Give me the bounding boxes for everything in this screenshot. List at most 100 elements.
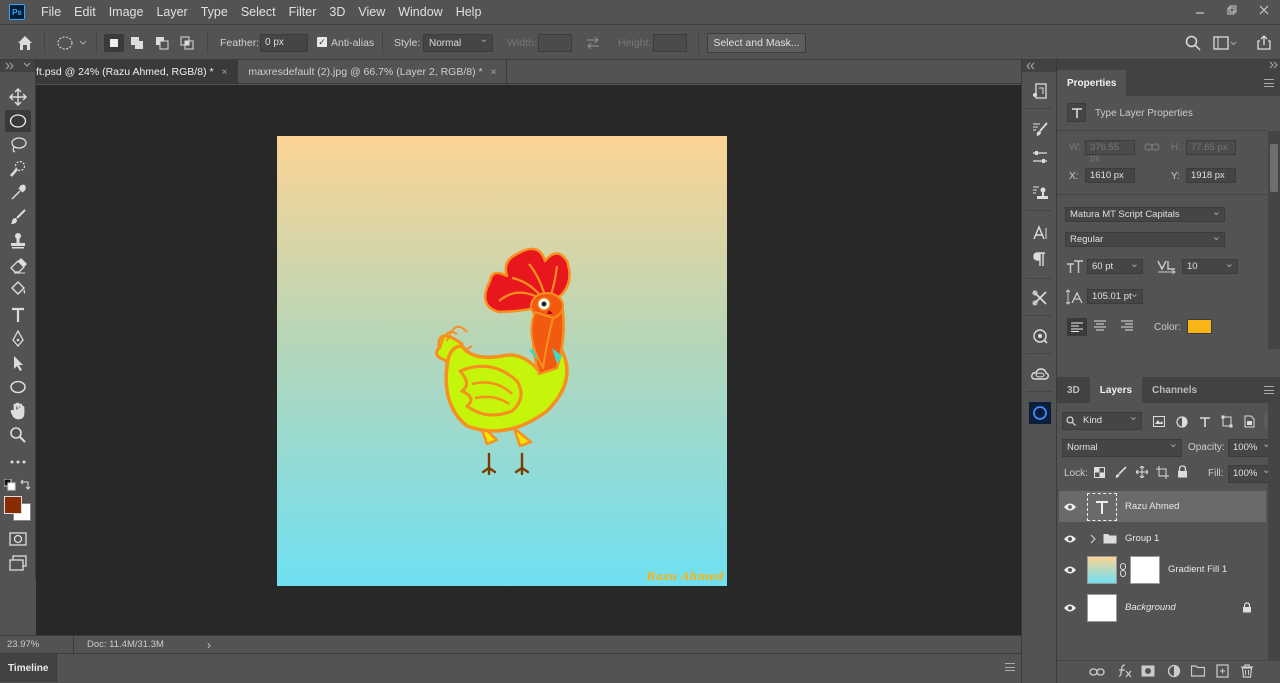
close-tab-icon[interactable]: × <box>491 67 497 78</box>
layer-name[interactable]: Background <box>1125 602 1176 613</box>
lasso-tool-icon[interactable] <box>5 134 31 156</box>
status-menu-arrow[interactable]: › <box>207 638 211 652</box>
expand-chevron-icon[interactable] <box>1089 534 1097 544</box>
font-style-select[interactable]: Regular <box>1065 230 1225 247</box>
zoom-tool-icon[interactable] <box>5 424 31 446</box>
layer-name[interactable]: Group 1 <box>1125 533 1159 544</box>
menu-image[interactable]: Image <box>109 3 144 21</box>
link-dimensions-icon[interactable] <box>1144 141 1160 153</box>
properties-menu-icon[interactable] <box>1264 79 1274 87</box>
character-icon[interactable] <box>1029 222 1051 244</box>
menu-layer[interactable]: Layer <box>156 3 187 21</box>
discover-icon[interactable] <box>1029 402 1051 424</box>
tracking-select[interactable]: 10 <box>1182 257 1238 274</box>
menu-view[interactable]: View <box>358 3 385 21</box>
restore-icon[interactable] <box>1216 0 1248 20</box>
filter-smart-object-icon[interactable] <box>1243 415 1255 428</box>
default-colors-icon[interactable] <box>4 479 16 491</box>
feather-input[interactable]: 0 px <box>260 34 308 52</box>
workspace-icon[interactable] <box>1213 35 1237 51</box>
link-layers-icon[interactable] <box>1089 666 1105 678</box>
menu-file[interactable]: File <box>41 3 61 21</box>
menu-select[interactable]: Select <box>241 3 276 21</box>
quick-selection-tool-icon[interactable] <box>5 158 31 180</box>
align-center-icon[interactable] <box>1093 320 1107 332</box>
mask-link-icon[interactable] <box>1120 562 1126 577</box>
navigator-icon[interactable] <box>1029 325 1051 347</box>
layer-row-text[interactable]: Razu Ahmed <box>1059 491 1266 522</box>
move-tool-icon[interactable] <box>5 86 31 108</box>
swap-colors-icon[interactable] <box>19 479 31 491</box>
align-right-icon[interactable] <box>1120 320 1134 332</box>
zoom-level[interactable]: 23.97% <box>7 639 39 650</box>
add-to-selection-icon[interactable] <box>130 36 144 50</box>
dock-header[interactable] <box>1057 60 1280 70</box>
lock-artboard-icon[interactable] <box>1156 466 1169 479</box>
height-input[interactable] <box>653 34 687 52</box>
tab-channels[interactable]: Channels <box>1142 377 1207 403</box>
share-icon[interactable] <box>1256 34 1272 50</box>
align-left-icon[interactable] <box>1067 318 1087 336</box>
lock-transparent-icon[interactable] <box>1094 467 1105 478</box>
lock-position-icon[interactable] <box>1136 466 1148 478</box>
document-canvas[interactable]: Razu Ahmed <box>277 136 727 586</box>
pen-tool-icon[interactable] <box>5 328 31 350</box>
font-size-select[interactable]: 60 pt <box>1087 257 1143 274</box>
y-field[interactable]: 1918 px <box>1186 168 1236 183</box>
tool-presets-icon[interactable] <box>1029 287 1051 309</box>
filter-shape-icon[interactable] <box>1221 415 1233 428</box>
new-adjustment-layer-icon[interactable] <box>1167 664 1181 678</box>
paragraph-icon[interactable] <box>1029 248 1051 270</box>
text-color-swatch[interactable] <box>1187 319 1212 334</box>
blend-mode-select[interactable]: Normal <box>1062 437 1182 457</box>
layers-scrollbar[interactable] <box>1268 401 1280 661</box>
tools-panel-header[interactable] <box>0 60 35 72</box>
width-input[interactable] <box>538 34 572 52</box>
filter-type-icon[interactable] <box>1199 416 1211 428</box>
menu-edit[interactable]: Edit <box>74 3 96 21</box>
width-field[interactable]: 376.55 px <box>1085 140 1135 164</box>
font-family-select[interactable]: Matura MT Script Capitals <box>1065 205 1225 222</box>
filter-pixel-icon[interactable] <box>1153 416 1165 427</box>
add-mask-icon[interactable] <box>1141 665 1155 677</box>
menu-filter[interactable]: Filter <box>289 3 317 21</box>
brush-tool-icon[interactable] <box>5 206 31 228</box>
delete-layer-icon[interactable] <box>1241 664 1253 678</box>
eyedropper-tool-icon[interactable] <box>5 182 31 204</box>
paint-bucket-tool-icon[interactable] <box>5 278 31 300</box>
quick-mask-icon[interactable] <box>5 528 31 550</box>
tab-document-1[interactable]: ft.psd @ 24% (Razu Ahmed, RGB/8) * × <box>36 60 239 84</box>
eraser-tool-icon[interactable] <box>5 254 31 276</box>
select-and-mask-button[interactable]: Select and Mask... <box>707 33 806 53</box>
layer-row-gradient-fill[interactable]: Gradient Fill 1 <box>1059 553 1266 586</box>
intersect-selection-icon[interactable] <box>180 36 194 50</box>
search-icon[interactable] <box>1185 35 1201 51</box>
layer-name[interactable]: Razu Ahmed <box>1125 501 1179 512</box>
clone-stamp-tool-icon[interactable] <box>5 230 31 252</box>
hand-tool-icon[interactable] <box>5 400 31 422</box>
subtract-from-selection-icon[interactable] <box>155 36 169 50</box>
path-selection-tool-icon[interactable] <box>5 352 31 374</box>
new-layer-icon[interactable] <box>1216 664 1229 678</box>
visibility-eye-icon[interactable] <box>1059 534 1081 544</box>
new-selection-icon[interactable] <box>104 34 124 52</box>
clone-source-icon[interactable] <box>1029 182 1051 204</box>
lock-image-icon[interactable] <box>1115 466 1127 478</box>
new-group-icon[interactable] <box>1191 665 1205 677</box>
anti-alias-checkbox[interactable]: ✓ <box>317 37 327 47</box>
layer-name[interactable]: Gradient Fill 1 <box>1168 564 1227 575</box>
brush-settings-icon[interactable] <box>1029 118 1051 140</box>
layer-mask-thumbnail[interactable] <box>1130 555 1160 584</box>
menu-3d[interactable]: 3D <box>329 3 345 21</box>
filter-adjustment-icon[interactable] <box>1176 416 1188 428</box>
history-icon[interactable] <box>1029 80 1051 102</box>
layer-row-background[interactable]: Background <box>1059 591 1266 624</box>
adjustments-icon[interactable] <box>1029 146 1051 168</box>
style-select[interactable]: Normal <box>423 34 493 52</box>
menu-help[interactable]: Help <box>456 3 482 21</box>
minimize-icon[interactable] <box>1184 0 1216 20</box>
lock-all-icon[interactable] <box>1177 465 1188 478</box>
more-tools-icon[interactable] <box>5 451 31 473</box>
elliptical-marquee-preset-icon[interactable] <box>56 35 86 51</box>
type-tool-icon[interactable] <box>5 304 31 326</box>
